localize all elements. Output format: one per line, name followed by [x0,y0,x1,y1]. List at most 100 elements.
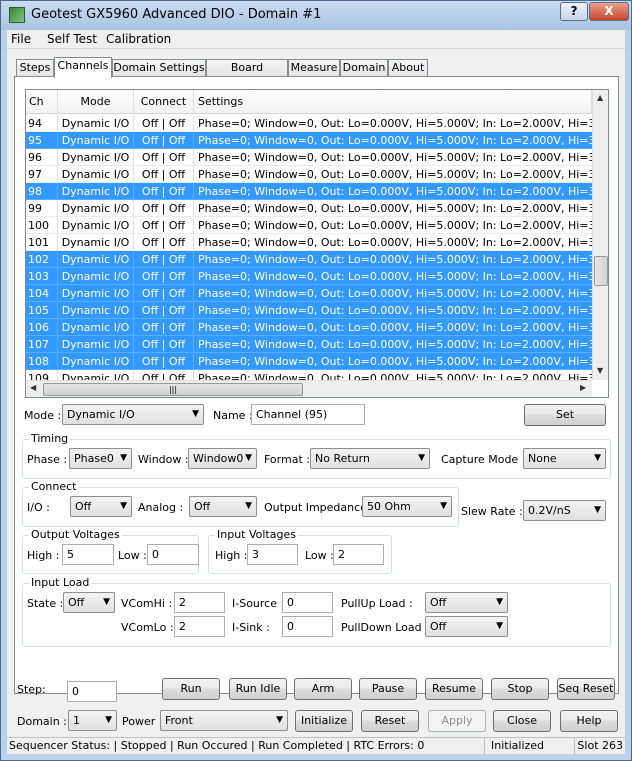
menu-calibration[interactable]: Calibration [106,32,171,46]
horizontal-scrollbar[interactable]: ◀ ||| ▶ [26,380,592,397]
pause-button[interactable]: Pause [359,678,417,700]
init-status: Initialized [485,738,575,755]
window-select[interactable]: Window0 ▼ [188,448,257,469]
table-row[interactable]: 101 Dynamic I/O Off | Off Phase=0; Window=0… [26,234,592,251]
table-row[interactable]: 94 Dynamic I/O Off | Off Phase=0; Window=0,… [26,115,592,132]
pulldown-load-select[interactable]: Off ▼ [425,616,508,637]
analog-select[interactable]: Off ▼ [189,496,257,517]
cell-connect: Off | Off [134,149,194,166]
capture-mode-select-value: None [528,452,557,465]
input-load-title: Input Load [29,576,92,589]
horizontal-scroll-thumb[interactable]: ||| [43,383,303,396]
table-row[interactable]: 107 Dynamic I/O Off | Off Phase=0; Window=0… [26,336,592,353]
seq-reset-button[interactable]: Seq Reset [557,678,615,700]
isource-input[interactable]: 0 [282,592,333,613]
domain-select[interactable]: 1 ▼ [68,710,117,731]
output-high-input[interactable]: 5 [62,544,114,565]
help-button[interactable]: Help [560,710,618,732]
cell-connect: Off | Off [134,268,194,285]
io-select[interactable]: Off ▼ [70,496,132,517]
slew-rate-select[interactable]: 0.2V/nS ▼ [523,500,606,521]
set-button[interactable]: Set [524,404,606,426]
vcomlo-input[interactable]: 2 [174,616,225,637]
col-connect-header[interactable]: Connect [134,90,194,114]
isource-label: I-Source : [232,597,285,610]
run-button[interactable]: Run [162,678,220,700]
reset-button[interactable]: Reset [361,710,419,732]
tab-about[interactable]: About [388,59,428,77]
resume-button[interactable]: Resume [425,678,483,700]
cell-ch: 107 [26,336,58,353]
capture-mode-select[interactable]: None ▼ [523,448,606,469]
arm-button[interactable]: Arm [294,678,352,700]
cell-ch: 96 [26,149,58,166]
cell-mode: Dynamic I/O [58,183,134,200]
tab-measure[interactable]: Measure [288,59,340,77]
input-high-input[interactable]: 3 [247,544,298,565]
isink-input[interactable]: 0 [282,616,333,637]
tab-domain[interactable]: Domain [340,59,388,77]
pullup-load-select-value: Off [430,596,447,609]
vertical-scrollbar[interactable]: ▲ ▼ [592,90,608,380]
output-low-input[interactable]: 0 [147,544,199,565]
col-mode-header[interactable]: Mode [58,90,134,114]
mode-select[interactable]: Dynamic I/O ▼ [62,404,204,425]
initialize-button[interactable]: Initialize [295,710,353,732]
table-row[interactable]: 102 Dynamic I/O Off | Off Phase=0; Window=0… [26,251,592,268]
power-select[interactable]: Front ▼ [160,710,288,731]
io-label: I/O : [27,501,50,514]
apply-button[interactable]: Apply [428,710,486,732]
scroll-left-icon[interactable]: ◀ [30,383,36,392]
cell-settings: Phase=0; Window=0, Out: Lo=0.000V, Hi=5.… [194,149,592,166]
table-row[interactable]: 103 Dynamic I/O Off | Off Phase=0; Window=0… [26,268,592,285]
title-bar[interactable]: Geotest GX5960 Advanced DIO - Domain #1 … [1,1,631,30]
tab-channels[interactable]: Channels [54,57,112,78]
close-button[interactable]: Close [493,710,551,732]
table-row[interactable]: 96 Dynamic I/O Off | Off Phase=0; Window=0,… [26,149,592,166]
tab-steps[interactable]: Steps [16,59,54,77]
help-title-button[interactable]: ? [560,2,588,21]
close-window-button[interactable]: X [589,2,629,21]
slew-rate-select-value: 0.2V/nS [528,504,571,517]
state-select[interactable]: Off ▼ [63,592,115,613]
channels-grid[interactable]: Ch Mode Connect Settings 94 Dynamic I/O Of… [25,89,609,398]
chevron-down-icon: ▼ [276,715,283,725]
phase-select[interactable]: Phase0 ▼ [69,448,132,469]
channels-panel: Ch Mode Connect Settings 94 Dynamic I/O Of… [14,76,619,694]
table-row[interactable]: 99 Dynamic I/O Off | Off Phase=0; Window=0,… [26,200,592,217]
stop-button[interactable]: Stop [491,678,549,700]
scroll-right-icon[interactable]: ▶ [580,383,586,392]
col-settings-header[interactable]: Settings [194,90,592,114]
scroll-up-icon[interactable]: ▲ [597,93,603,102]
table-row[interactable]: 105 Dynamic I/O Off | Off Phase=0; Window=0… [26,302,592,319]
table-row[interactable]: 106 Dynamic I/O Off | Off Phase=0; Window=0… [26,319,592,336]
chevron-down-icon: ▼ [594,453,601,463]
table-row[interactable]: 95 Dynamic I/O Off | Off Phase=0; Window=0,… [26,132,592,149]
table-row[interactable]: 104 Dynamic I/O Off | Off Phase=0; Window=0… [26,285,592,302]
menu-self-test[interactable]: Self Test [47,32,97,46]
tab-board-settings[interactable]: Board Settings [206,59,288,90]
chevron-down-icon: ▼ [105,715,112,725]
cell-ch: 98 [26,183,58,200]
table-row[interactable]: 98 Dynamic I/O Off | Off Phase=0; Window=0,… [26,183,592,200]
cell-settings: Phase=0; Window=0, Out: Lo=0.000V, Hi=5.… [194,251,592,268]
menu-file[interactable]: File [11,32,31,46]
col-ch-header[interactable]: Ch [26,90,58,114]
cell-ch: 99 [26,200,58,217]
output-impedance-select[interactable]: 50 Ohm ▼ [362,496,452,517]
vertical-scroll-thumb[interactable] [594,256,608,286]
input-low-input[interactable]: 2 [333,544,384,565]
pullup-load-select[interactable]: Off ▼ [425,592,508,613]
name-input[interactable]: Channel (95) [251,404,365,425]
table-row[interactable]: 108 Dynamic I/O Off | Off Phase=0; Window=0… [26,353,592,370]
run-idle-button[interactable]: Run Idle [229,678,287,700]
tab-domain-settings[interactable]: Domain Settings [112,59,206,77]
vcomhi-input[interactable]: 2 [174,592,225,613]
table-row[interactable]: 100 Dynamic I/O Off | Off Phase=0; Window=0… [26,217,592,234]
format-select[interactable]: No Return ▼ [310,448,430,469]
chevron-down-icon: ▼ [496,621,503,631]
scroll-down-icon[interactable]: ▼ [597,366,603,375]
table-row[interactable]: 97 Dynamic I/O Off | Off Phase=0; Window=0,… [26,166,592,183]
step-input[interactable]: 0 [67,681,117,702]
cell-mode: Dynamic I/O [58,251,134,268]
